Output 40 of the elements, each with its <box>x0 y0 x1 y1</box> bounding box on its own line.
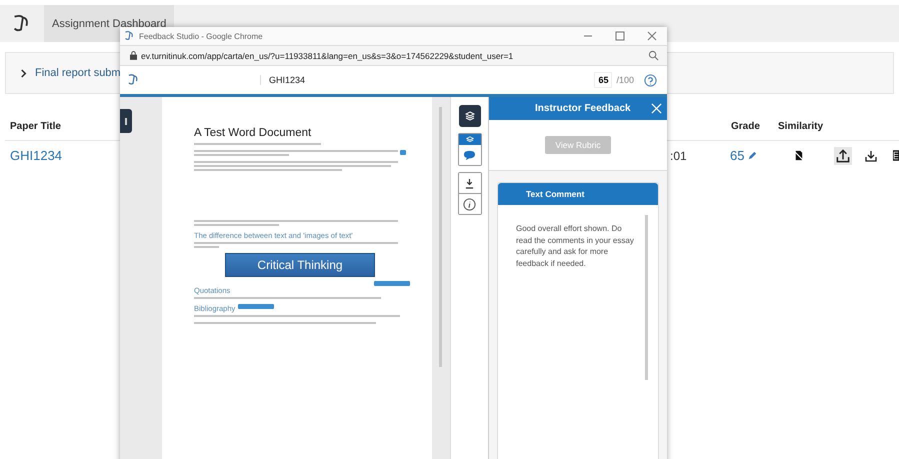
document-title: A Test Word Document <box>194 127 312 139</box>
table-cell: :01 <box>670 149 687 163</box>
column-header: Paper Title <box>10 121 61 132</box>
logo-icon <box>123 30 135 42</box>
help-icon[interactable] <box>644 74 657 86</box>
pencil-icon[interactable] <box>747 150 758 161</box>
paper-title-link[interactable]: GHI1234 <box>10 148 62 163</box>
scrollbar[interactable] <box>645 215 648 380</box>
layers-tab[interactable] <box>458 134 480 145</box>
download-icon[interactable] <box>863 148 879 164</box>
comment-text: Good overall effort shown. Do read the comments in your essay carefully and ask for more feedback if needed. <box>516 223 635 269</box>
maximize-icon[interactable] <box>615 31 625 41</box>
scrollbar[interactable] <box>439 107 442 367</box>
logo-icon <box>126 73 140 87</box>
grade-max: /100 <box>616 75 634 85</box>
chevron-icon <box>20 68 27 78</box>
info-button[interactable] <box>458 193 480 214</box>
layers-icon <box>466 136 474 144</box>
layers-button[interactable] <box>458 105 480 127</box>
paper-title: GHI1234 <box>260 75 306 85</box>
layers-icon <box>464 111 474 121</box>
assignment-title[interactable]: Final report subm <box>35 67 121 79</box>
speech-bubble-icon <box>463 150 476 160</box>
side-panel-handle[interactable] <box>120 109 132 133</box>
column-header: Grade <box>731 121 760 132</box>
upload-icon[interactable] <box>834 147 852 165</box>
grade-link[interactable]: 65 <box>730 148 744 163</box>
column-header: Similarity <box>778 121 824 132</box>
close-icon[interactable] <box>647 31 657 41</box>
image-of-text: Critical Thinking <box>225 253 375 277</box>
document-icon[interactable] <box>893 149 899 162</box>
crossed-document-icon <box>793 150 804 161</box>
comment-tag[interactable] <box>400 150 406 155</box>
panel-title: Instructor Feedback <box>535 103 631 114</box>
info-icon <box>463 198 476 210</box>
grade-field[interactable]: 65 <box>594 72 612 88</box>
download-icon <box>465 178 474 188</box>
comment-card-title: Text Comment <box>498 183 658 205</box>
lock-icon <box>130 51 137 60</box>
zoom-icon[interactable] <box>648 50 659 61</box>
